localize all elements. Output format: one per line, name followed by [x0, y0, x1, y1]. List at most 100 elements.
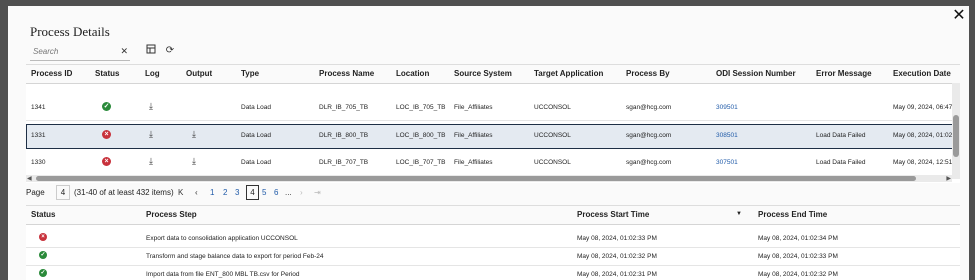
col-location[interactable]: Location [396, 69, 429, 78]
type: Data Load [241, 104, 271, 111]
process-by: sgan@hcg.com [626, 159, 672, 166]
col-status[interactable]: Status [95, 69, 119, 78]
source-system: File_Affiliates [454, 104, 493, 111]
type: Data Load [241, 132, 271, 139]
dialog-title: Process Details [30, 24, 110, 39]
process-step: Export data to consolidation application… [146, 235, 298, 242]
execution-date: May 08, 2024, 01:02 [893, 132, 953, 139]
location: LOC_IB_705_TB [396, 104, 446, 111]
log-download-icon[interactable]: ⤓ [149, 129, 153, 140]
end-time: May 08, 2024, 01:02:32 PM [758, 271, 838, 278]
source-system: File_Affiliates [454, 159, 493, 166]
col-log[interactable]: Log [145, 69, 160, 78]
execution-date: May 08, 2024, 12:51 [893, 159, 953, 166]
process-name: DLR_IB_705_TB [319, 104, 369, 111]
error-message: Load Data Failed [816, 132, 866, 139]
range-text: (31-40 of at least 432 items) [74, 188, 174, 197]
next-page-icon[interactable]: › [300, 188, 303, 197]
col-step-status[interactable]: Status [31, 210, 55, 219]
refresh-icon[interactable]: ⟳ [164, 44, 176, 58]
page-5[interactable]: 5 [262, 188, 266, 197]
source-system: File_Affiliates [454, 132, 493, 139]
page-2[interactable]: 2 [223, 188, 227, 197]
col-type[interactable]: Type [241, 69, 259, 78]
process-name: DLR_IB_800_TB [319, 132, 369, 139]
col-start-time[interactable]: Process Start Time [577, 210, 649, 219]
page-4-current[interactable]: 4 [246, 185, 259, 200]
close-icon[interactable]: ✕ [951, 7, 967, 25]
col-error-message[interactable]: Error Message [816, 69, 872, 78]
process-id: 1341 [31, 104, 46, 111]
page-input[interactable]: 4 [56, 185, 70, 200]
col-odi-session[interactable]: ODI Session Number [716, 69, 796, 78]
page-3[interactable]: 3 [235, 188, 239, 197]
process-id: 1330 [31, 159, 46, 166]
page-ellipsis[interactable]: ... [285, 188, 292, 197]
error-icon: × [39, 233, 47, 241]
error-message: Load Data Failed [816, 159, 866, 166]
process-by: sgan@hcg.com [626, 132, 672, 139]
log-download-icon[interactable]: ⤓ [149, 156, 153, 167]
pagination: Page 4 (31-40 of at least 432 items) K ‹… [26, 184, 626, 204]
last-page-icon[interactable]: ⇥ [314, 188, 321, 197]
error-icon: × [102, 157, 111, 166]
scroll-left-icon[interactable]: ◀ [27, 175, 32, 182]
error-icon: × [102, 130, 111, 139]
target-application: UCCONSOL [534, 159, 571, 166]
process-steps-table: Status Process Step Process Start Time ▼… [26, 205, 960, 280]
odi-session-link[interactable]: 307501 [716, 159, 738, 166]
col-process-id[interactable]: Process ID [31, 69, 72, 78]
output-download-icon[interactable]: ⤓ [192, 129, 196, 140]
odi-session-link[interactable]: 309501 [716, 104, 738, 111]
prev-page-icon[interactable]: ‹ [195, 188, 198, 197]
location: LOC_IB_707_TB [396, 159, 446, 166]
success-icon: ✓ [102, 102, 111, 111]
steps-header: Status Process Step Process Start Time ▼… [26, 206, 960, 225]
start-time: May 08, 2024, 01:02:33 PM [577, 235, 657, 242]
type: Data Load [241, 159, 271, 166]
search-placeholder: Search [33, 47, 59, 56]
success-icon: ✓ [39, 251, 47, 259]
table-row[interactable]: 1330 × ⤓ ⤓ Data Load DLR_IB_707_TB LOC_I… [26, 151, 960, 176]
col-source-system[interactable]: Source System [454, 69, 512, 78]
horizontal-scroll-thumb[interactable] [36, 176, 916, 181]
col-target-application[interactable]: Target Application [534, 69, 603, 78]
process-details-dialog: ✕ Process Details Search ✕ ⟳ Process ID … [8, 6, 969, 280]
table-row-selected[interactable]: 1331 × ⤓ ⤓ Data Load DLR_IB_800_TB LOC_I… [26, 124, 960, 149]
scroll-right-icon[interactable]: ▶ [946, 175, 951, 182]
odi-session-link[interactable]: 308501 [716, 132, 738, 139]
log-download-icon[interactable]: ⤓ [149, 101, 153, 112]
col-end-time[interactable]: Process End Time [758, 210, 827, 219]
process-step: Transform and stage balance data to expo… [146, 253, 324, 260]
col-process-step[interactable]: Process Step [146, 210, 197, 219]
target-application: UCCONSOL [534, 104, 571, 111]
horizontal-scrollbar[interactable]: ◀ ▶ [26, 175, 952, 182]
page-label: Page [26, 188, 45, 197]
page-1[interactable]: 1 [210, 188, 214, 197]
search-input[interactable]: Search ✕ [30, 43, 130, 61]
success-icon: ✓ [39, 269, 47, 277]
output-download-icon[interactable]: ⤓ [192, 156, 196, 167]
first-page-icon[interactable]: K [178, 188, 183, 197]
step-row[interactable]: ✓ Transform and stage balance data to ex… [26, 247, 960, 266]
start-time: May 08, 2024, 01:02:31 PM [577, 271, 657, 278]
vertical-scroll-thumb[interactable] [953, 115, 959, 157]
column-filter-icon[interactable] [145, 44, 157, 58]
clear-search-icon[interactable]: ✕ [120, 46, 128, 57]
target-application: UCCONSOL [534, 132, 571, 139]
process-step: Import data from file ENT_800 MBL TB.csv… [146, 271, 300, 278]
col-process-by[interactable]: Process By [626, 69, 670, 78]
page-6[interactable]: 6 [274, 188, 278, 197]
process-name: DLR_IB_707_TB [319, 159, 369, 166]
process-by: sgan@hcg.com [626, 104, 672, 111]
step-row[interactable]: × Export data to consolidation applicati… [26, 229, 960, 248]
col-process-name[interactable]: Process Name [319, 69, 374, 78]
step-row[interactable]: ✓ Import data from file ENT_800 MBL TB.c… [26, 265, 960, 280]
sort-desc-icon[interactable]: ▼ [736, 211, 742, 217]
col-execution-date[interactable]: Execution Date [893, 69, 951, 78]
execution-date: May 09, 2024, 06:47 [893, 104, 953, 111]
col-output[interactable]: Output [186, 69, 212, 78]
vertical-scrollbar[interactable] [952, 83, 960, 179]
table-row[interactable]: 1341 ✓ ⤓ Data Load DLR_IB_705_TB LOC_IB_… [26, 96, 960, 121]
start-time: May 08, 2024, 01:02:32 PM [577, 253, 657, 260]
